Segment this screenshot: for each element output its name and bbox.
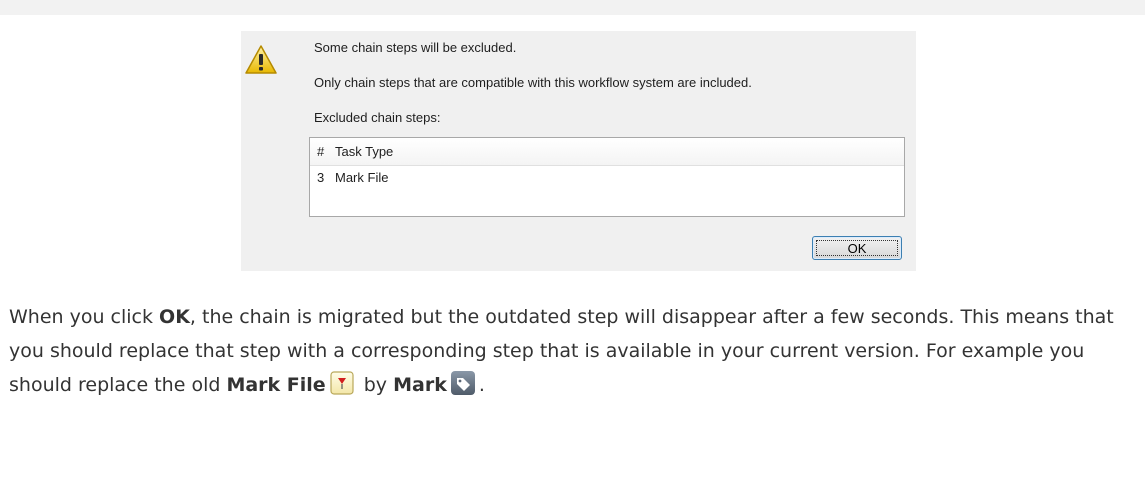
mark-emphasis: Mark bbox=[393, 374, 447, 396]
column-header-number[interactable]: # bbox=[310, 144, 335, 159]
text-segment: When you click bbox=[9, 306, 160, 328]
ok-emphasis: OK bbox=[159, 306, 190, 328]
explanation-paragraph: When you click OK, the chain is migrated… bbox=[9, 300, 1129, 402]
text-segment: . bbox=[478, 374, 485, 396]
mark-file-emphasis: Mark File bbox=[226, 374, 326, 396]
mark-file-icon bbox=[330, 371, 354, 395]
table-header: # Task Type bbox=[310, 138, 904, 166]
table-row[interactable]: 3 Mark File bbox=[310, 166, 904, 189]
excluded-steps-label: Excluded chain steps: bbox=[314, 110, 441, 125]
warning-icon bbox=[244, 44, 278, 76]
row-task-type: Mark File bbox=[335, 170, 389, 185]
focus-ring bbox=[816, 240, 898, 256]
excluded-steps-table: # Task Type 3 Mark File bbox=[309, 137, 905, 217]
dialog-message-title: Some chain steps will be excluded. bbox=[314, 40, 517, 55]
text-segment: by bbox=[357, 374, 394, 396]
dialog-message-detail: Only chain steps that are compatible wit… bbox=[314, 75, 752, 90]
top-strip bbox=[0, 0, 1145, 15]
tag-icon bbox=[450, 371, 475, 395]
column-header-task-type[interactable]: Task Type bbox=[335, 144, 904, 159]
row-number: 3 bbox=[317, 170, 325, 185]
dialog-screenshot: Some chain steps will be excluded. Only … bbox=[241, 31, 916, 271]
ok-button[interactable]: OK bbox=[812, 236, 902, 260]
